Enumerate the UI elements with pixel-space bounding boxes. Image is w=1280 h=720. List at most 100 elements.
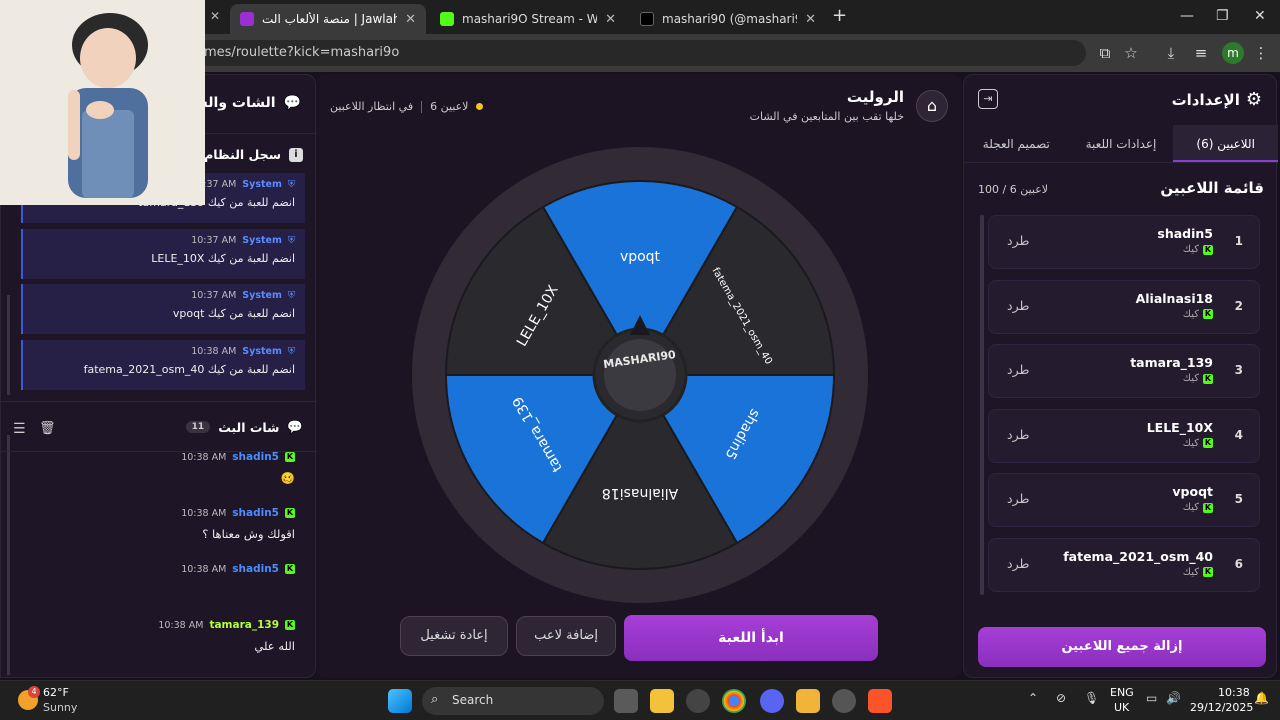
- system-scrollbar[interactable]: [7, 295, 10, 395]
- kick-player-button[interactable]: طرد: [1007, 298, 1029, 313]
- weather-badge: 4: [28, 686, 40, 698]
- add-player-button[interactable]: إضافة لاعب: [516, 616, 616, 656]
- chrome-icon[interactable]: [722, 689, 746, 713]
- stream-chat-count: 11: [185, 421, 211, 433]
- remove-all-players-button[interactable]: إزالة جميع اللاعبين: [978, 627, 1266, 667]
- maximize-icon[interactable]: ❐: [1216, 8, 1229, 24]
- shield-icon: ⛨: [287, 179, 295, 190]
- source-label: كيك: [1182, 373, 1199, 384]
- close-tab-icon[interactable]: ✕: [405, 12, 416, 27]
- kick-player-button[interactable]: طرد: [1007, 556, 1029, 571]
- copilot-icon[interactable]: [686, 689, 710, 713]
- media-control-icon[interactable]: ≡: [1190, 42, 1212, 64]
- lang-label[interactable]: ENG: [1110, 686, 1134, 699]
- align-icon[interactable]: ☰: [13, 421, 26, 437]
- tab-wheel-design[interactable]: تصميم العجلة: [964, 125, 1069, 162]
- region-label[interactable]: UK: [1114, 701, 1129, 714]
- download-icon[interactable]: ⤓: [1160, 42, 1182, 64]
- message-user: tamara_139: [209, 619, 279, 631]
- file-explorer-icon[interactable]: [650, 689, 674, 713]
- collapse-panel-icon[interactable]: ⇥: [978, 89, 998, 109]
- close-window-icon[interactable]: ✕: [1254, 8, 1266, 24]
- source-label: كيك: [1182, 244, 1199, 255]
- roulette-wheel[interactable]: vpoqtfatema_2021_osm_40shadin5Alialnasi1…: [316, 74, 962, 678]
- minimize-icon[interactable]: —: [1180, 8, 1194, 24]
- kick-player-button[interactable]: طرد: [1007, 427, 1029, 442]
- trash-icon[interactable]: 🗑: [39, 421, 56, 436]
- windows-start-icon[interactable]: [388, 689, 412, 713]
- profile-avatar[interactable]: m: [1222, 42, 1244, 64]
- start-game-button[interactable]: ابدأ اللعبة: [624, 615, 878, 661]
- kick-favicon-icon: [440, 12, 454, 26]
- network-icon[interactable]: ⊘: [1056, 691, 1066, 705]
- kick-player-button[interactable]: طرد: [1007, 233, 1029, 248]
- message-user: System: [242, 345, 282, 357]
- close-tab-icon[interactable]: ✕: [605, 12, 616, 27]
- translate-icon[interactable]: ⧉: [1094, 42, 1116, 64]
- player-source: كيك K: [1183, 502, 1213, 513]
- tab-game-settings[interactable]: إعدادات اللعبة: [1069, 125, 1174, 162]
- url-field[interactable]: mes/roulette?kick=mashari9o: [196, 40, 1086, 66]
- message-user: System: [242, 234, 282, 246]
- clock-date[interactable]: 29/12/2025: [1190, 701, 1253, 714]
- system-log-title: سجل النظام: [204, 147, 281, 162]
- tab-players[interactable]: اللاعبين (6): [1173, 125, 1278, 162]
- wheel-segment-label: Alialnasi18: [602, 485, 678, 501]
- task-view-icon[interactable]: [614, 689, 638, 713]
- clock-time[interactable]: 10:38: [1218, 686, 1250, 699]
- kick-logo-icon: K: [1203, 438, 1213, 448]
- tab-tiktok[interactable]: mashari90 (@mashari9o) | TikTok ✕: [630, 4, 826, 34]
- volume-icon[interactable]: 🔊: [1166, 691, 1181, 705]
- message-meta: 10:37 AM System ⛨: [191, 235, 295, 246]
- display-icon[interactable]: ▭: [1146, 691, 1157, 705]
- player-row: 6 fatema_2021_osm_40 كيك K طرد: [988, 537, 1260, 592]
- kick-player-button[interactable]: طرد: [1007, 362, 1029, 377]
- taskbar-search[interactable]: ⌕ Search: [422, 687, 604, 715]
- tab-jawlah[interactable]: منصة الألعاب الت | Jawlah | جولة ✕: [230, 4, 426, 34]
- message-user: shadin5: [232, 563, 279, 575]
- app-icon[interactable]: [796, 689, 820, 713]
- tab-label: منصة الألعاب الت | Jawlah | جولة: [262, 12, 398, 26]
- discord-icon[interactable]: [760, 689, 784, 713]
- tab-label: mashari9O Stream - Watch Live: [462, 12, 598, 26]
- chat-scrollbar[interactable]: [7, 435, 10, 675]
- system-message: 10:37 AM System ⛨ LELE_10X انضم للعبة من كي…: [21, 228, 305, 279]
- chevron-up-icon[interactable]: ⌃: [1028, 691, 1038, 705]
- player-source: كيك K: [1183, 438, 1213, 449]
- close-tab-icon[interactable]: ✕: [805, 12, 816, 27]
- message-text: اقولك وش معناها ؟: [202, 527, 295, 541]
- shield-icon: ⛨: [287, 345, 295, 357]
- close-tab-icon[interactable]: ✕: [210, 9, 220, 23]
- player-list-scrollbar[interactable]: [980, 215, 984, 595]
- menu-icon[interactable]: ⋮: [1250, 42, 1272, 64]
- player-number: 4: [1234, 427, 1243, 442]
- message-meta: 10:37 AM System ⛨: [191, 179, 295, 190]
- tab-label: mashari90 (@mashari9o) | TikTok: [662, 12, 797, 26]
- wheel-segment-label: vpoqt: [620, 249, 661, 265]
- notification-icon[interactable]: 🔔: [1254, 691, 1269, 705]
- chat-message: Kshadin5 10:38 AM: [15, 563, 295, 617]
- system-message: 10:37 AM System ⛨ vpoqt انضم للعبة من كيك: [21, 284, 305, 334]
- player-row: 1 shadin5 كيك K طرد: [988, 215, 1260, 269]
- bookmark-star-icon[interactable]: ☆: [1120, 42, 1142, 64]
- message-meta: 10:37 AM System ⛨: [191, 290, 295, 301]
- streamer-avatar-image: [0, 0, 205, 205]
- kick-logo-icon: K: [1203, 373, 1213, 384]
- tab-kick-stream[interactable]: mashari9O Stream - Watch Live ✕: [430, 4, 626, 34]
- settings-app-icon[interactable]: [832, 689, 856, 713]
- message-text: 🥴: [280, 471, 295, 485]
- restart-button[interactable]: إعادة تشغيل: [400, 616, 508, 656]
- player-source: كيك K: [1183, 373, 1213, 384]
- player-name: LELE_10X: [1146, 419, 1213, 435]
- weather-desc: Sunny: [43, 701, 78, 714]
- jawlah-favicon-icon: [240, 12, 254, 26]
- message-text: LELE_10X انضم للعبة من كيك: [151, 251, 295, 265]
- mic-icon[interactable]: 🎙: [1084, 691, 1099, 705]
- settings-title: الإعدادات: [1171, 90, 1240, 109]
- new-tab-button[interactable]: +: [832, 5, 847, 26]
- brave-icon[interactable]: [868, 689, 892, 713]
- message-time: 10:37 AM: [191, 290, 237, 301]
- chat-header: الشات والس 💬: [189, 95, 302, 111]
- player-name: tamara_139: [1130, 355, 1213, 370]
- kick-player-button[interactable]: طرد: [1007, 491, 1029, 506]
